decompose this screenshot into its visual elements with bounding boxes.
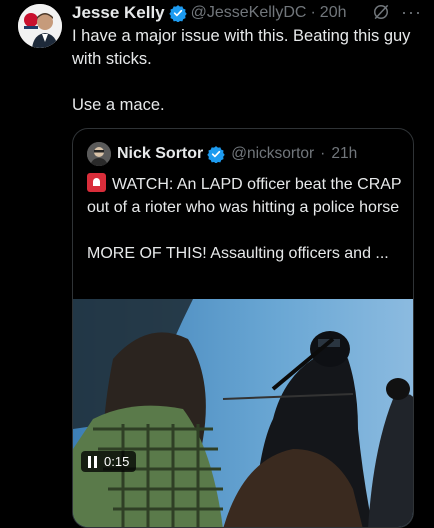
quote-text-line: WATCH: An LAPD officer beat the CRAP out… xyxy=(87,173,405,219)
author-name[interactable]: Jesse Kelly xyxy=(72,3,165,23)
tweet-text: I have a major issue with this. Beating … xyxy=(72,25,412,117)
tweet[interactable]: Jesse Kelly @JesseKellyDC · 20h ··· I ha… xyxy=(0,0,434,528)
quote-time[interactable]: 21h xyxy=(331,145,357,163)
quote-author-avatar[interactable] xyxy=(87,142,111,166)
video-duration-badge[interactable]: 0:15 xyxy=(81,451,137,472)
video-duration: 0:15 xyxy=(104,454,130,469)
more-icon[interactable]: ··· xyxy=(401,3,422,21)
quote-text-line: MORE OF THIS! Assaulting officers and ..… xyxy=(87,245,389,262)
post-time[interactable]: 20h xyxy=(320,4,347,22)
quote-author-handle[interactable]: @nicksortor xyxy=(231,145,314,163)
verified-badge-icon xyxy=(168,5,187,22)
quote-text-content: WATCH: An LAPD officer beat the CRAP out… xyxy=(87,176,402,216)
quote-avatar-image xyxy=(87,142,111,166)
grok-icon[interactable] xyxy=(371,2,391,22)
quote-text: WATCH: An LAPD officer beat the CRAP out… xyxy=(87,173,405,265)
pause-icon[interactable] xyxy=(88,455,98,468)
video-player[interactable]: 0:15 xyxy=(73,299,413,527)
tweet-text-line: Use a mace. xyxy=(72,96,165,114)
quote-header: Nick Sortor @nicksortor · 21h xyxy=(87,141,403,167)
separator-dot: · xyxy=(310,4,316,21)
avatar-image xyxy=(18,4,62,48)
author-handle[interactable]: @JesseKellyDC xyxy=(191,4,307,22)
author-avatar[interactable] xyxy=(18,4,62,48)
quote-author-name[interactable]: Nick Sortor xyxy=(117,145,203,163)
tweet-text-line: I have a major issue with this. Beating … xyxy=(72,27,411,68)
verified-badge-icon xyxy=(207,146,225,163)
quoted-tweet[interactable]: Nick Sortor @nicksortor · 21h WATCH: An … xyxy=(72,128,414,528)
tweet-header: Jesse Kelly @JesseKellyDC · 20h ··· xyxy=(72,2,422,24)
video-frame xyxy=(73,299,413,527)
header-actions: ··· xyxy=(371,2,422,22)
separator-dot: · xyxy=(320,145,326,162)
siren-emoji-icon xyxy=(87,173,106,192)
